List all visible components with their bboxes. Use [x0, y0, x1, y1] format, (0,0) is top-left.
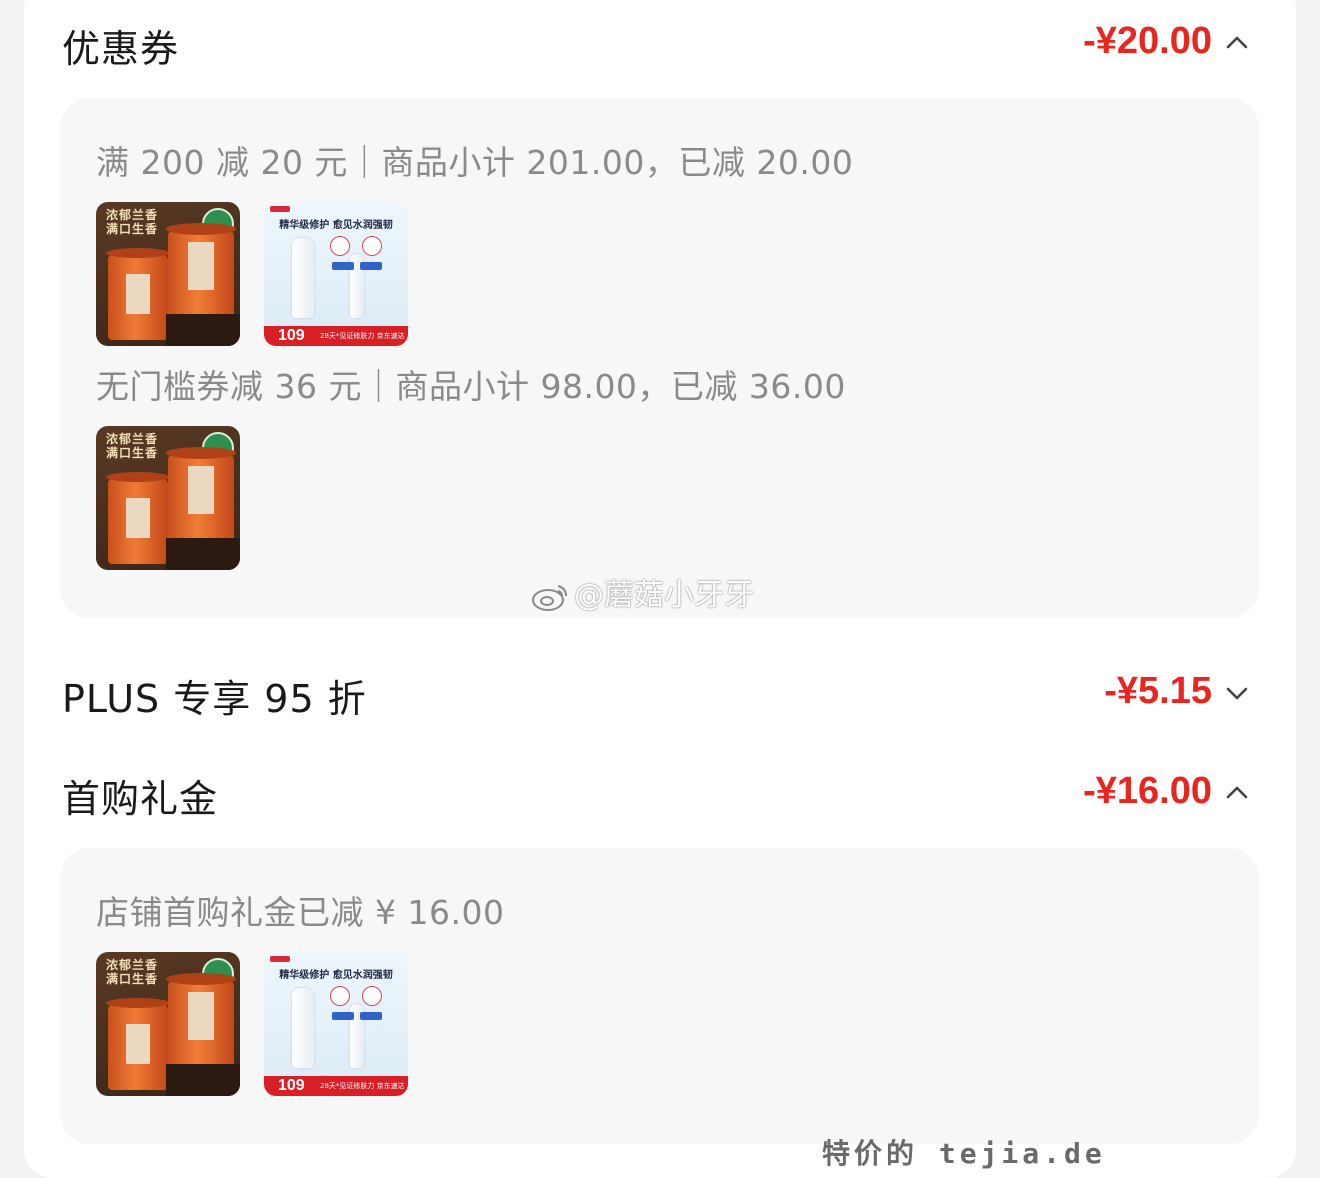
skincare-slogan: 28天*见证修肤力 京东速达 [320, 332, 405, 340]
chevron-up-icon[interactable] [1224, 30, 1250, 56]
tea-label-line2: 满口生香 [106, 446, 159, 460]
chevron-up-icon[interactable] [1224, 780, 1250, 806]
product-thumbnail-tea[interactable]: 浓郁兰香 满口生香 [96, 952, 240, 1096]
skincare-price: 109 [278, 327, 305, 344]
first-purchase-detail-panel: 店铺首购礼金已减 ¥ 16.00 浓郁兰香 满口生香 精华级修护 愈见水润强韧 1… [60, 848, 1259, 1144]
product-thumbnail-skincare[interactable]: 精华级修护 愈见水润强韧 109 28天*见证修肤力 京东速达 [264, 202, 408, 346]
watermark-text: @蘑菇小牙牙 [574, 578, 754, 613]
first-purchase-rule-text: 店铺首购礼金已减 ¥ 16.00 [96, 893, 505, 932]
chevron-down-icon[interactable] [1224, 680, 1250, 706]
plus-discount-amount[interactable]: -¥5.15 [1104, 670, 1212, 713]
coupon-rule-text: 满 200 减 20 元｜商品小计 201.00，已减 20.00 [96, 143, 854, 182]
tea-label-line1: 浓郁兰香 [106, 432, 159, 446]
product-thumbnail-tea[interactable]: 浓郁兰香 满口生香 [96, 426, 240, 570]
weibo-icon [530, 582, 570, 612]
product-thumbnail-skincare[interactable]: 精华级修护 愈见水润强韧 109 28天*见证修肤力 京东速达 [264, 952, 408, 1096]
coupon-detail-panel: 满 200 减 20 元｜商品小计 201.00，已减 20.00 浓郁兰香 满口… [60, 98, 1259, 618]
plus-discount-title[interactable]: PLUS 专享 95 折 [62, 668, 367, 723]
brand-logo-icon [270, 206, 290, 212]
site-watermark: 特价的 tejia.de [822, 1137, 1106, 1170]
coupon-title[interactable]: 优惠券 [62, 18, 179, 73]
coupon-rule-text: 无门槛券减 36 元｜商品小计 98.00，已减 36.00 [96, 367, 846, 406]
first-purchase-title[interactable]: 首购礼金 [62, 768, 218, 823]
skincare-headline: 精华级修护 愈见水润强韧 [279, 220, 393, 231]
brand-logo-icon [270, 956, 290, 962]
coupon-rule-products: 浓郁兰香 满口生香 [96, 426, 240, 570]
watermark: @蘑菇小牙牙 [530, 570, 754, 614]
skincare-price: 109 [278, 1077, 305, 1094]
product-thumbnail-tea[interactable]: 浓郁兰香 满口生香 [96, 202, 240, 346]
tea-label-line2: 满口生香 [106, 972, 159, 986]
first-purchase-products: 浓郁兰香 满口生香 精华级修护 愈见水润强韧 109 28天*见证修肤力 京东速达 [96, 952, 408, 1096]
skincare-headline: 精华级修护 愈见水润强韧 [279, 970, 393, 981]
coupon-rule-products: 浓郁兰香 满口生香 精华级修护 愈见水润强韧 109 28天*见证修肤力 京东速达 [96, 202, 408, 346]
tea-label-line2: 满口生香 [106, 222, 159, 236]
first-purchase-amount[interactable]: -¥16.00 [1083, 770, 1212, 813]
tea-label-line1: 浓郁兰香 [106, 958, 159, 972]
skincare-slogan: 28天*见证修肤力 京东速达 [320, 1082, 405, 1090]
tea-label-line1: 浓郁兰香 [106, 208, 159, 222]
coupon-amount[interactable]: -¥20.00 [1083, 20, 1212, 63]
